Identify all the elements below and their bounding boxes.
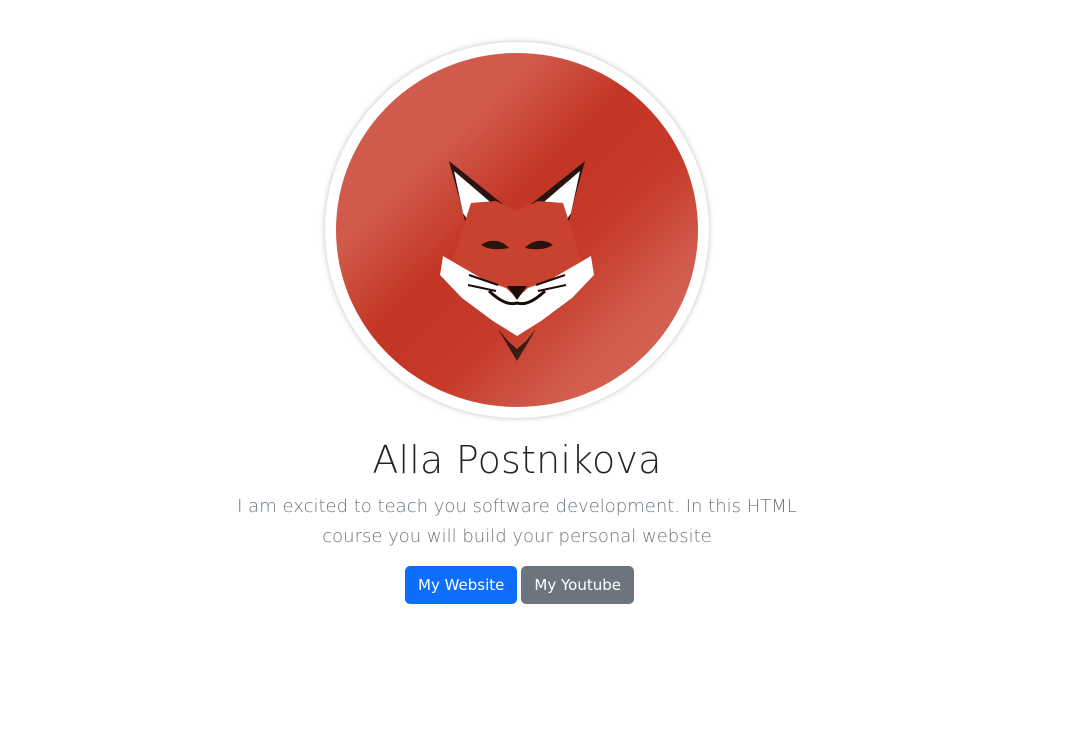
avatar-frame [325,42,709,418]
button-group: My Website My Youtube [405,566,634,604]
profile-name: Alla Postnikova [372,438,662,482]
avatar [336,53,698,407]
profile-page: Alla Postnikova I am excited to teach yo… [0,0,1066,730]
my-website-button[interactable]: My Website [405,566,518,604]
my-youtube-button[interactable]: My Youtube [521,566,634,604]
fox-logo-icon [336,53,698,407]
profile-bio: I am excited to teach you software devel… [237,496,797,547]
